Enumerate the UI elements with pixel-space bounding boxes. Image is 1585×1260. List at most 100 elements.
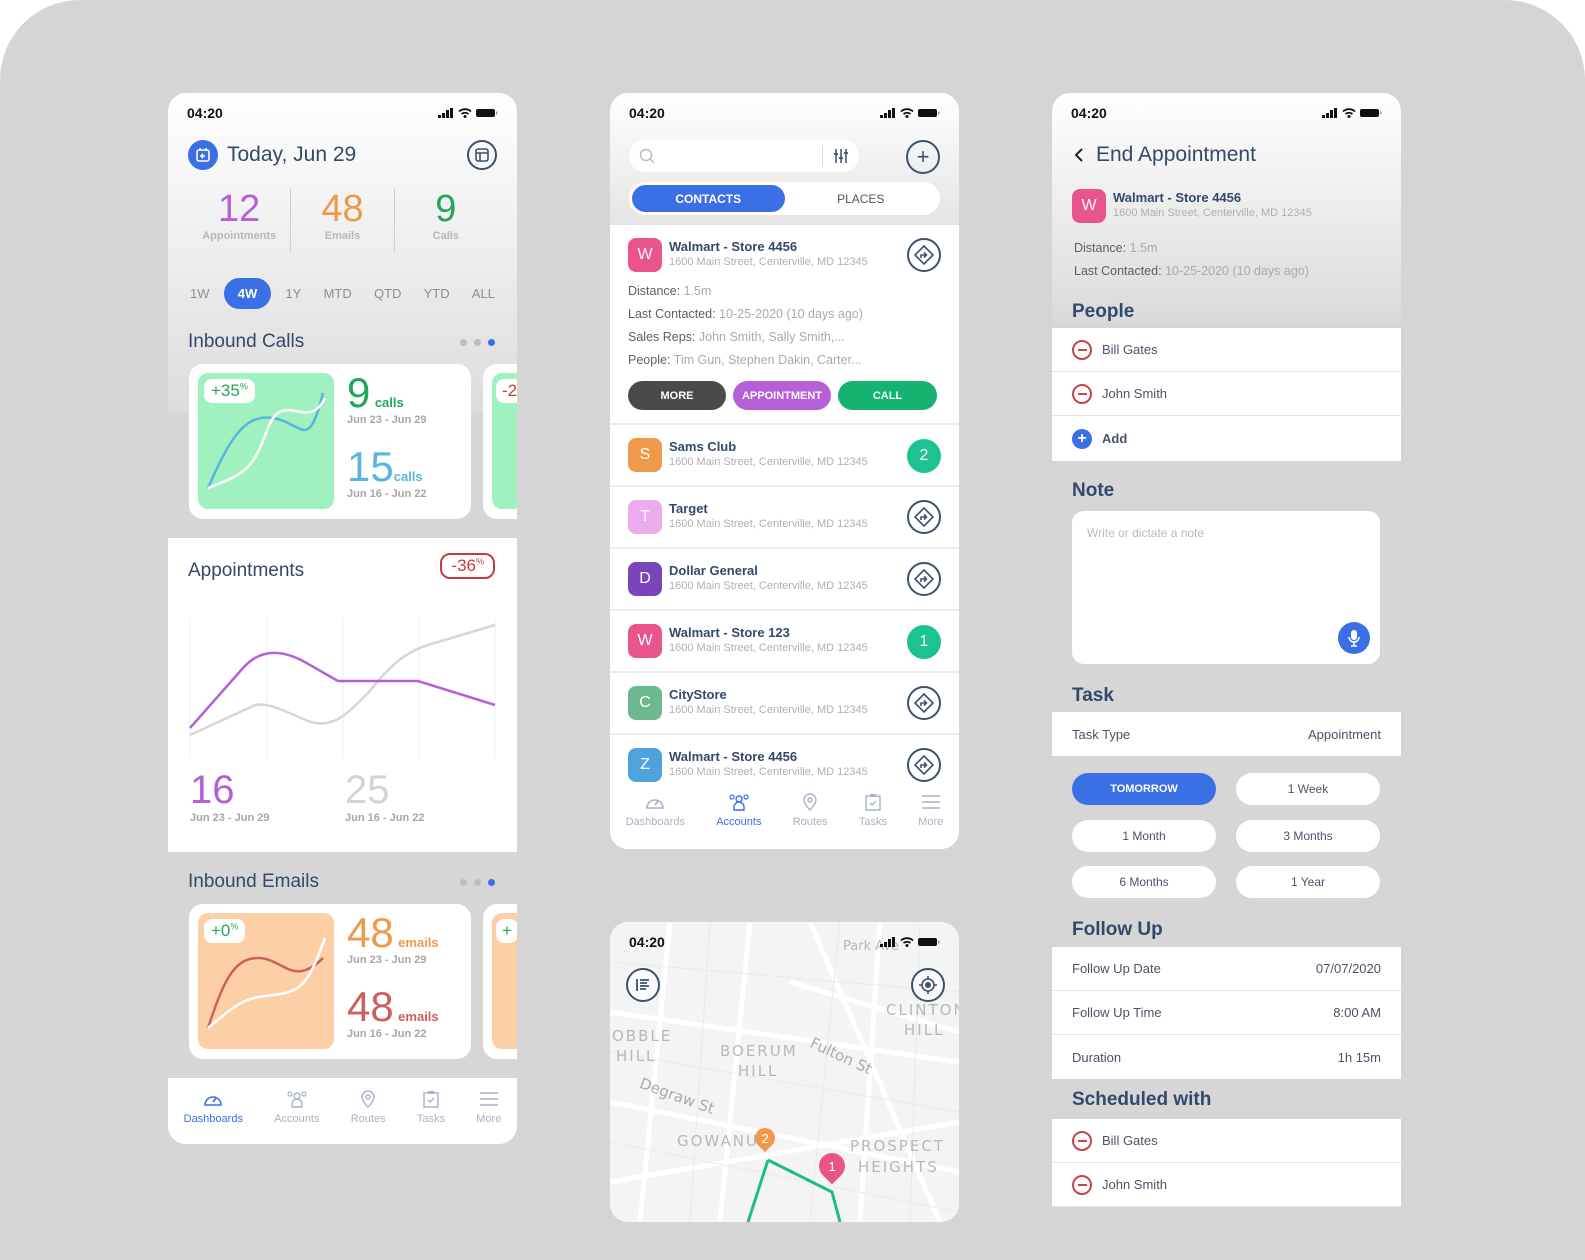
tab-bar: Dashboards Accounts Routes Tasks More bbox=[168, 1078, 517, 1144]
calls-current-range: Jun 23 - Jun 29 bbox=[347, 414, 427, 426]
microphone-icon bbox=[1348, 630, 1360, 647]
gauge-icon bbox=[204, 1096, 223, 1106]
more-button[interactable]: MORE bbox=[628, 381, 726, 410]
calls-sparkline: +35% bbox=[198, 373, 334, 509]
list-item[interactable]: T Target 1600 Main Street, Centerville, … bbox=[610, 487, 959, 549]
list-item[interactable]: C CityStore 1600 Main Street, Centervill… bbox=[610, 673, 959, 735]
list-item-expanded[interactable]: W Walmart - Store 4456 1600 Main Street,… bbox=[610, 225, 959, 425]
directions-button[interactable] bbox=[907, 238, 941, 272]
locate-me-button[interactable] bbox=[911, 968, 945, 1002]
duration-row[interactable]: Duration 1h 15m bbox=[1052, 1035, 1401, 1079]
segment-places[interactable]: PLACES bbox=[785, 185, 938, 212]
carousel-dots[interactable] bbox=[460, 879, 495, 886]
calendar-button[interactable] bbox=[188, 140, 218, 170]
add-person-row[interactable]: + Add bbox=[1052, 416, 1401, 461]
duration-1-year[interactable]: 1 Year bbox=[1236, 866, 1380, 898]
add-icon: + bbox=[1072, 428, 1092, 449]
list-item[interactable]: W Walmart - Store 123 1600 Main Street, … bbox=[610, 611, 959, 673]
battery-icon bbox=[918, 109, 940, 117]
directions-button[interactable] bbox=[907, 686, 941, 720]
segment-contacts[interactable]: CONTACTS bbox=[632, 185, 785, 212]
remove-person-icon[interactable] bbox=[1072, 1174, 1092, 1195]
layout-button[interactable] bbox=[467, 140, 497, 170]
duration-tomorrow[interactable]: TOMORROW bbox=[1072, 773, 1216, 805]
search-input[interactable] bbox=[629, 140, 859, 172]
tab-dashboards[interactable]: Dashboards bbox=[626, 793, 685, 849]
tab-routes[interactable]: Routes bbox=[793, 793, 828, 849]
task-type-row[interactable]: Task Type Appointment bbox=[1052, 712, 1401, 756]
store-address: 1600 Main Street, Centerville, MD 12345 bbox=[1113, 207, 1312, 219]
avatar: W bbox=[628, 238, 662, 272]
remove-person-icon[interactable] bbox=[1072, 1130, 1092, 1151]
stat-emails[interactable]: 48 Emails bbox=[291, 188, 395, 253]
remove-person-icon[interactable] bbox=[1072, 383, 1092, 404]
duration-3-months[interactable]: 3 Months bbox=[1236, 820, 1380, 852]
wifi-icon bbox=[1342, 108, 1356, 118]
inbound-emails-card[interactable]: +0% 48 emails Jun 23 - Jun 29 48 emails … bbox=[189, 904, 471, 1059]
map-view[interactable]: Park Ave CLINTON HILL OBBLE HILL BOERUM … bbox=[610, 922, 959, 1222]
directions-icon bbox=[914, 693, 934, 713]
call-button[interactable]: CALL bbox=[838, 381, 937, 410]
list-view-button[interactable] bbox=[626, 968, 660, 1002]
filter-sliders-icon[interactable] bbox=[833, 148, 849, 164]
directions-icon bbox=[914, 245, 934, 265]
range-ytd[interactable]: YTD bbox=[416, 279, 458, 308]
appointments-title: Appointments bbox=[188, 560, 305, 581]
store-name: Walmart - Store 4456 bbox=[1113, 190, 1242, 205]
map-streets bbox=[610, 922, 959, 1222]
inbound-calls-card[interactable]: +35% 9 calls Jun 23 - Jun 29 15calls Jun… bbox=[189, 364, 471, 519]
tab-more[interactable]: More bbox=[476, 1090, 501, 1144]
tab-dashboards[interactable]: Dashboards bbox=[184, 1090, 243, 1144]
appointment-button[interactable]: APPOINTMENT bbox=[733, 381, 831, 410]
avatar: W bbox=[628, 624, 662, 658]
directions-button[interactable] bbox=[907, 748, 941, 782]
menu-icon bbox=[921, 795, 940, 809]
tab-tasks[interactable]: Tasks bbox=[417, 1090, 445, 1144]
search-icon bbox=[639, 148, 655, 164]
add-account-button[interactable]: + bbox=[906, 140, 940, 174]
list-item[interactable]: D Dollar General 1600 Main Street, Cente… bbox=[610, 549, 959, 611]
location-pin-icon bbox=[361, 1090, 375, 1108]
tab-more[interactable]: More bbox=[918, 793, 943, 849]
followup-time-row[interactable]: Follow Up Time 8:00 AM bbox=[1052, 991, 1401, 1035]
plus-icon: + bbox=[916, 144, 930, 169]
back-button[interactable]: End Appointment bbox=[1074, 143, 1256, 167]
calls-previous-value: 15 bbox=[347, 443, 394, 490]
next-emails-card[interactable]: + bbox=[483, 904, 517, 1059]
dictate-button[interactable] bbox=[1338, 622, 1370, 654]
accounts-screen: 04:20 + CONTACTS PLACES W Walmart - Stor… bbox=[610, 93, 959, 849]
count-badge[interactable]: 2 bbox=[907, 439, 941, 473]
tab-accounts[interactable]: Accounts bbox=[716, 793, 761, 849]
range-all[interactable]: ALL bbox=[464, 279, 503, 308]
note-textarea[interactable]: Write or dictate a note bbox=[1072, 511, 1380, 664]
avatar: D bbox=[628, 562, 662, 596]
duration-1-week[interactable]: 1 Week bbox=[1236, 773, 1380, 805]
directions-button[interactable] bbox=[907, 500, 941, 534]
stat-appointments[interactable]: 12 Appointments bbox=[188, 188, 292, 253]
range-mtd[interactable]: MTD bbox=[316, 279, 360, 308]
tab-routes[interactable]: Routes bbox=[351, 1090, 386, 1144]
chevron-left-icon bbox=[1074, 148, 1083, 162]
followup-date-row[interactable]: Follow Up Date 07/07/2020 bbox=[1052, 947, 1401, 991]
avatar: W bbox=[1072, 189, 1106, 223]
range-1y[interactable]: 1Y bbox=[277, 279, 309, 308]
next-calls-card[interactable]: -2 bbox=[483, 364, 517, 519]
directions-button[interactable] bbox=[907, 562, 941, 596]
range-1w[interactable]: 1W bbox=[182, 279, 218, 308]
range-4w[interactable]: 4W bbox=[223, 277, 272, 309]
count-badge[interactable]: 1 bbox=[907, 625, 941, 659]
wifi-icon bbox=[900, 108, 914, 118]
carousel-dots[interactable] bbox=[460, 339, 495, 346]
range-qtd[interactable]: QTD bbox=[366, 279, 409, 308]
list-item[interactable]: S Sams Club 1600 Main Street, Centervill… bbox=[610, 425, 959, 487]
followup-section-title: Follow Up bbox=[1072, 919, 1163, 940]
stat-calls[interactable]: 9 Calls bbox=[395, 188, 497, 253]
tab-accounts[interactable]: Accounts bbox=[274, 1090, 319, 1144]
duration-1-month[interactable]: 1 Month bbox=[1072, 820, 1216, 852]
gauge-icon bbox=[646, 799, 665, 809]
tab-tasks[interactable]: Tasks bbox=[859, 793, 887, 849]
note-section-title: Note bbox=[1072, 480, 1115, 501]
remove-person-icon[interactable] bbox=[1072, 339, 1092, 360]
layout-icon bbox=[475, 148, 489, 162]
duration-6-months[interactable]: 6 Months bbox=[1072, 866, 1216, 898]
